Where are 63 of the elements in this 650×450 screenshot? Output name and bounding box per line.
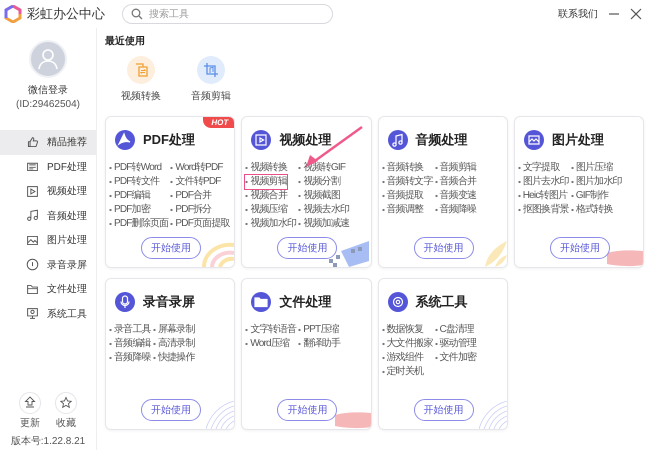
action-label: 收藏 [56,416,76,430]
login-label[interactable]: 微信登录 [28,83,68,97]
convert-icon [127,56,155,84]
start-button[interactable]: 开始使用 [277,399,338,421]
sidebar-item[interactable]: 图片处理 [0,228,96,252]
corner-decoration [200,241,234,267]
start-button[interactable]: 开始使用 [550,237,610,259]
card-title: 音频处理 [416,131,468,149]
sidebar-item[interactable]: 系统工具 [0,302,96,326]
sidebar-item[interactable]: 精品推荐 [0,130,96,154]
start-button[interactable]: 开始使用 [141,399,202,421]
system-icon [26,307,39,320]
record-icon [26,258,39,272]
sidebar-item[interactable]: 录音录屏 [0,252,96,277]
video-icon [26,184,39,198]
action-label: 更新 [20,416,40,430]
folder-icon [251,292,272,312]
recent-tool[interactable]: 视频转换 [121,56,161,103]
contact-link[interactable]: 联系我们 [558,7,598,21]
start-button[interactable]: 开始使用 [141,237,202,259]
image-icon [524,130,544,150]
start-button[interactable]: 开始使用 [414,237,474,259]
user-id: (ID:29462504) [16,99,80,110]
music-icon [26,209,39,222]
recent-tool[interactable]: 音频剪辑 [191,56,231,103]
start-button[interactable]: 开始使用 [277,237,338,259]
card-title: PDF处理 [143,131,195,149]
image-icon [26,234,39,247]
search-icon [131,8,143,20]
record-icon [115,292,135,312]
section-title: 最近使用 [105,34,145,48]
update-icon[interactable] [19,392,41,414]
thumb-icon [26,136,39,149]
card-title: 系统工具 [416,293,468,311]
hot-badge: HOT [203,117,234,128]
folder-icon [26,282,39,296]
corner-decoration [326,241,370,267]
close-icon[interactable] [630,8,642,20]
tool-link[interactable]: 录音工具 [109,323,151,337]
pdf-icon [26,160,39,174]
corner-decoration [478,401,507,429]
pdf-icon [115,130,135,150]
corner-decoration [332,411,370,429]
system-icon [388,292,408,312]
video-icon [251,130,272,150]
corner-decoration [206,401,234,429]
version-label: 版本号:1.22.8.21 [10,434,86,448]
sidebar-item[interactable]: 音频处理 [0,204,96,228]
app-title: 彩虹办公中心 [27,5,105,23]
sidebar-item[interactable]: 视频处理 [0,179,96,204]
logo-icon [4,5,22,23]
start-button[interactable]: 开始使用 [414,399,474,421]
search-field[interactable]: 搜索工具 [122,4,333,24]
card-title: 录音录屏 [143,293,195,311]
card-title: 文件处理 [279,293,332,311]
corner-decoration [605,249,643,267]
crop-icon [197,56,225,84]
music-icon [388,130,408,150]
tool-link[interactable]: 视频剪辑 [245,175,288,189]
sidebar-item[interactable]: PDF处理 [0,154,96,179]
card-title: 图片处理 [552,131,604,149]
card-title: 视频处理 [279,131,332,149]
sidebar-item[interactable]: 文件处理 [0,277,96,302]
